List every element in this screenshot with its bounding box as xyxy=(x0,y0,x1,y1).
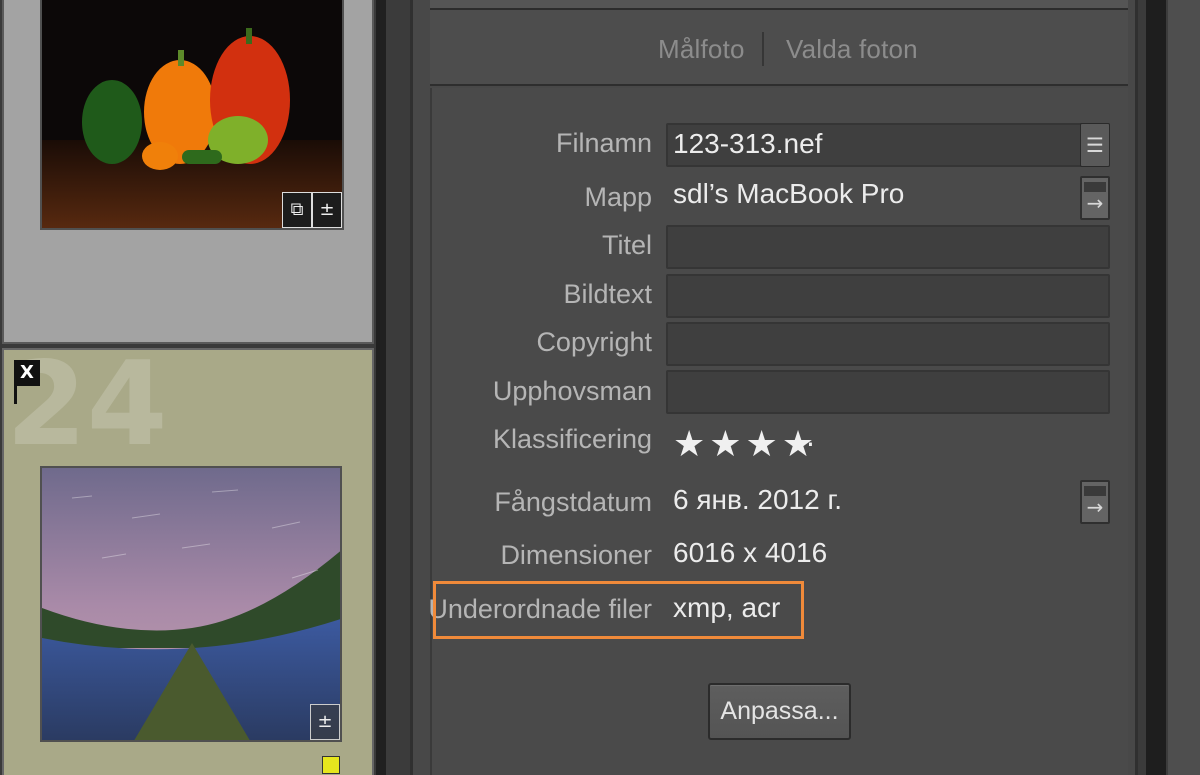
capture-date-label: Fångstdatum xyxy=(494,487,652,517)
rating-stars[interactable]: ★★★★ xyxy=(673,424,818,465)
thumbnail-cell-selected[interactable]: 24 X ± xyxy=(2,347,374,775)
go-to-folder-arrow-icon[interactable]: → xyxy=(1080,176,1110,220)
filename-label: Filnamn xyxy=(555,128,652,158)
develop-adjusted-icon[interactable]: ± xyxy=(310,704,340,740)
filmstrip: ⧉ ± 24 X ± xyxy=(0,0,376,775)
color-label-yellow[interactable] xyxy=(322,756,340,774)
caption-field[interactable] xyxy=(666,274,1110,318)
list-menu-icon[interactable]: ☰ xyxy=(1080,123,1110,167)
dimensions-label: Dimensioner xyxy=(500,540,652,570)
capture-date-arrow-icon[interactable]: → xyxy=(1080,480,1110,524)
star-trails-image xyxy=(42,468,340,740)
copyright-label: Copyright xyxy=(536,327,652,357)
panel-divider[interactable] xyxy=(376,0,386,775)
thumbnail-badges: ⧉ ± xyxy=(282,192,342,228)
tab-selected-photos[interactable]: Valda foton xyxy=(786,34,918,65)
folder-value: sdl’s MacBook Pro xyxy=(673,178,905,209)
highlight-annotation-box xyxy=(433,581,804,639)
tab-target-photo[interactable]: Målfoto xyxy=(658,34,745,65)
copy-icon[interactable]: ⧉ xyxy=(282,192,312,228)
panel-right-edge xyxy=(1146,0,1166,775)
title-field[interactable] xyxy=(666,225,1110,269)
thumbnail-cell[interactable]: ⧉ ± xyxy=(2,0,374,344)
panel-top-edge xyxy=(430,0,1128,10)
rating-label: Klassificering xyxy=(492,424,652,454)
creator-field[interactable] xyxy=(666,370,1110,414)
thumbnail-badges: ± xyxy=(310,704,340,740)
scrollbar-track[interactable] xyxy=(1166,0,1200,775)
capture-date-value: 6 янв. 2012 г. xyxy=(673,484,843,515)
filename-value: 123-313.nef xyxy=(673,128,823,159)
metadata-target-header: Målfoto Valda foton xyxy=(430,10,1128,86)
thumbnail-peppers[interactable]: ⧉ ± xyxy=(40,0,344,230)
copyright-field[interactable] xyxy=(666,322,1110,366)
rating-empty-dot[interactable]: · xyxy=(806,428,815,461)
develop-adjusted-icon[interactable]: ± xyxy=(312,192,342,228)
folder-label: Mapp xyxy=(584,182,652,212)
creator-label: Upphovsman xyxy=(492,376,652,406)
thumbnail-star-trails[interactable]: ± xyxy=(40,466,342,742)
dimensions-value: 6016 x 4016 xyxy=(673,537,828,568)
customize-button[interactable]: Anpassa... xyxy=(708,683,851,740)
reject-flag-icon[interactable]: X xyxy=(14,360,40,404)
caption-label: Bildtext xyxy=(563,279,652,309)
title-label: Titel xyxy=(601,230,652,260)
tab-separator xyxy=(762,32,764,66)
